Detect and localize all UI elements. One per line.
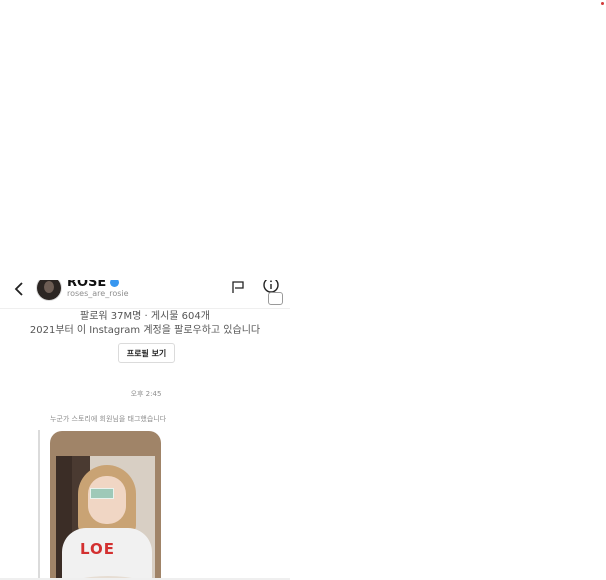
avatar[interactable]	[37, 280, 61, 300]
story-mention-note: 누군가 스토리에 회원님을 태그했습니다	[50, 415, 167, 423]
profile-stats: 팔로워 37M명 · 게시물 604개	[80, 311, 210, 322]
message-timestamp: 오후 2:45	[130, 390, 162, 398]
verified-icon	[110, 280, 120, 287]
corner-dot	[601, 2, 604, 5]
page: ROSÉ roses_are_rosie 팔로워 37M명 · 게시물 604개…	[0, 0, 606, 580]
dm-panel: ROSÉ roses_are_rosie 팔로워 37M명 · 게시물 604개…	[0, 280, 290, 580]
photo-face	[88, 476, 126, 524]
view-profile-button[interactable]: 프로필 보기	[118, 343, 175, 363]
shirt-logo: LOE	[80, 540, 116, 558]
story-photo: LOE	[56, 456, 155, 580]
story-preview-card[interactable]: LOE	[50, 431, 161, 580]
back-icon[interactable]	[12, 280, 26, 298]
photo-sticker	[90, 488, 114, 499]
profile-username: roses_are_rosie	[67, 289, 129, 298]
flag-icon[interactable]	[231, 280, 245, 294]
avatar-face	[44, 281, 54, 293]
info-badge	[268, 292, 283, 305]
follow-note: 2021부터 이 Instagram 계정을 팔로우하고 있습니다	[29, 325, 261, 336]
reply-indicator-line	[38, 430, 40, 580]
